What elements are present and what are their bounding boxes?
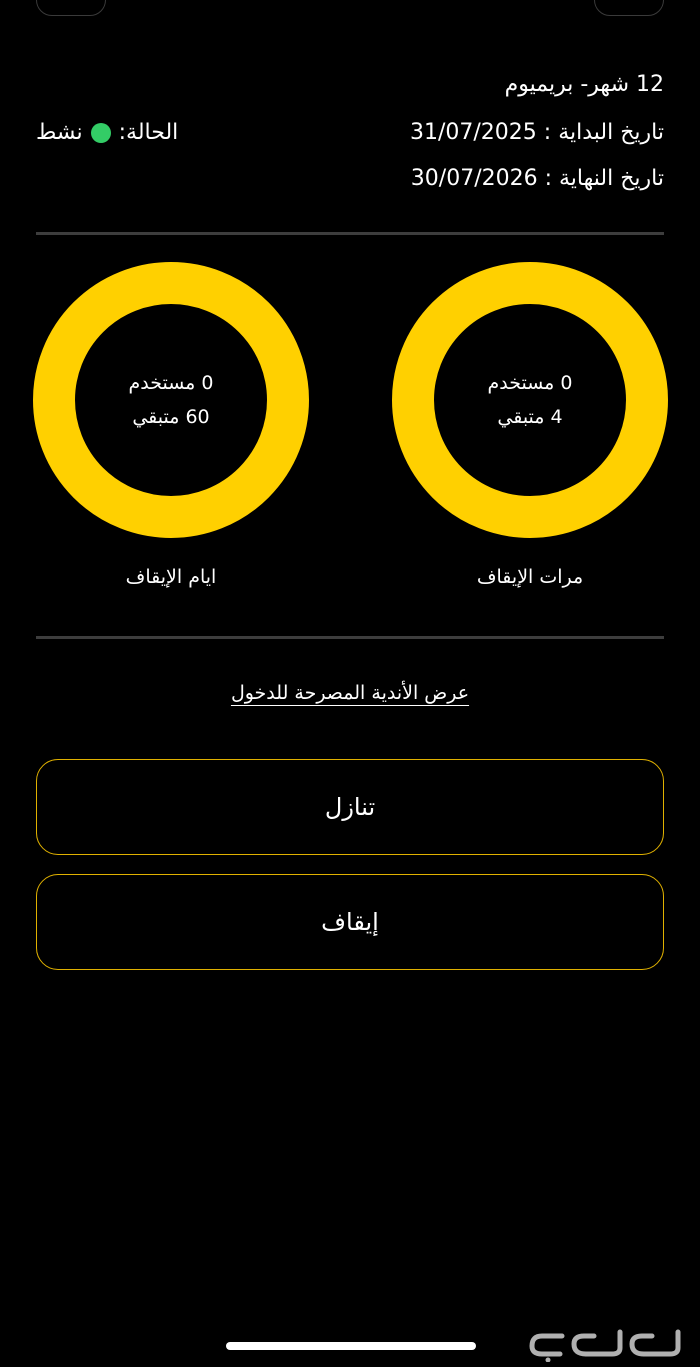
freeze-days-label: ايام الإيقاف: [125, 566, 217, 588]
home-indicator[interactable]: [226, 1342, 476, 1350]
membership-details-screen: 12 شهر- بريميوم تاريخ البداية : 31/07/20…: [0, 0, 700, 1367]
status-value: نشط: [36, 120, 83, 145]
freeze-count-label: مرات الإيقاف: [476, 566, 584, 588]
divider: [36, 636, 664, 639]
status-dot-icon: [90, 122, 111, 143]
haraj-watermark-logo: [529, 1329, 681, 1362]
freeze-count-used: 0 مستخدم: [487, 372, 573, 394]
subscription-info: 12 شهر- بريميوم تاريخ البداية : 31/07/20…: [36, 70, 664, 200]
top-left-control[interactable]: [36, 0, 106, 16]
status-label: الحالة:: [118, 120, 179, 145]
allowed-clubs-link[interactable]: عرض الأندية المصرحة للدخول: [0, 682, 700, 704]
status-indicator: الحالة: نشط: [36, 120, 178, 145]
divider: [36, 232, 664, 235]
end-date: تاريخ النهاية : 30/07/2026: [410, 166, 664, 191]
plan-name: 12 شهر- بريميوم: [504, 72, 664, 97]
freeze-count-ring: 0 مستخدم 4 متبقي: [392, 262, 668, 538]
freeze-days-ring: 0 مستخدم 60 متبقي: [33, 262, 309, 538]
freeze-count-remaining: 4 متبقي: [497, 406, 563, 428]
start-date: تاريخ البداية : 31/07/2025: [409, 120, 664, 145]
freeze-days-remaining: 60 متبقي: [132, 406, 210, 428]
top-right-control[interactable]: [594, 0, 664, 16]
freeze-button[interactable]: إيقاف: [36, 874, 664, 970]
freeze-days-used: 0 مستخدم: [128, 372, 214, 394]
transfer-button[interactable]: تنازل: [36, 759, 664, 855]
